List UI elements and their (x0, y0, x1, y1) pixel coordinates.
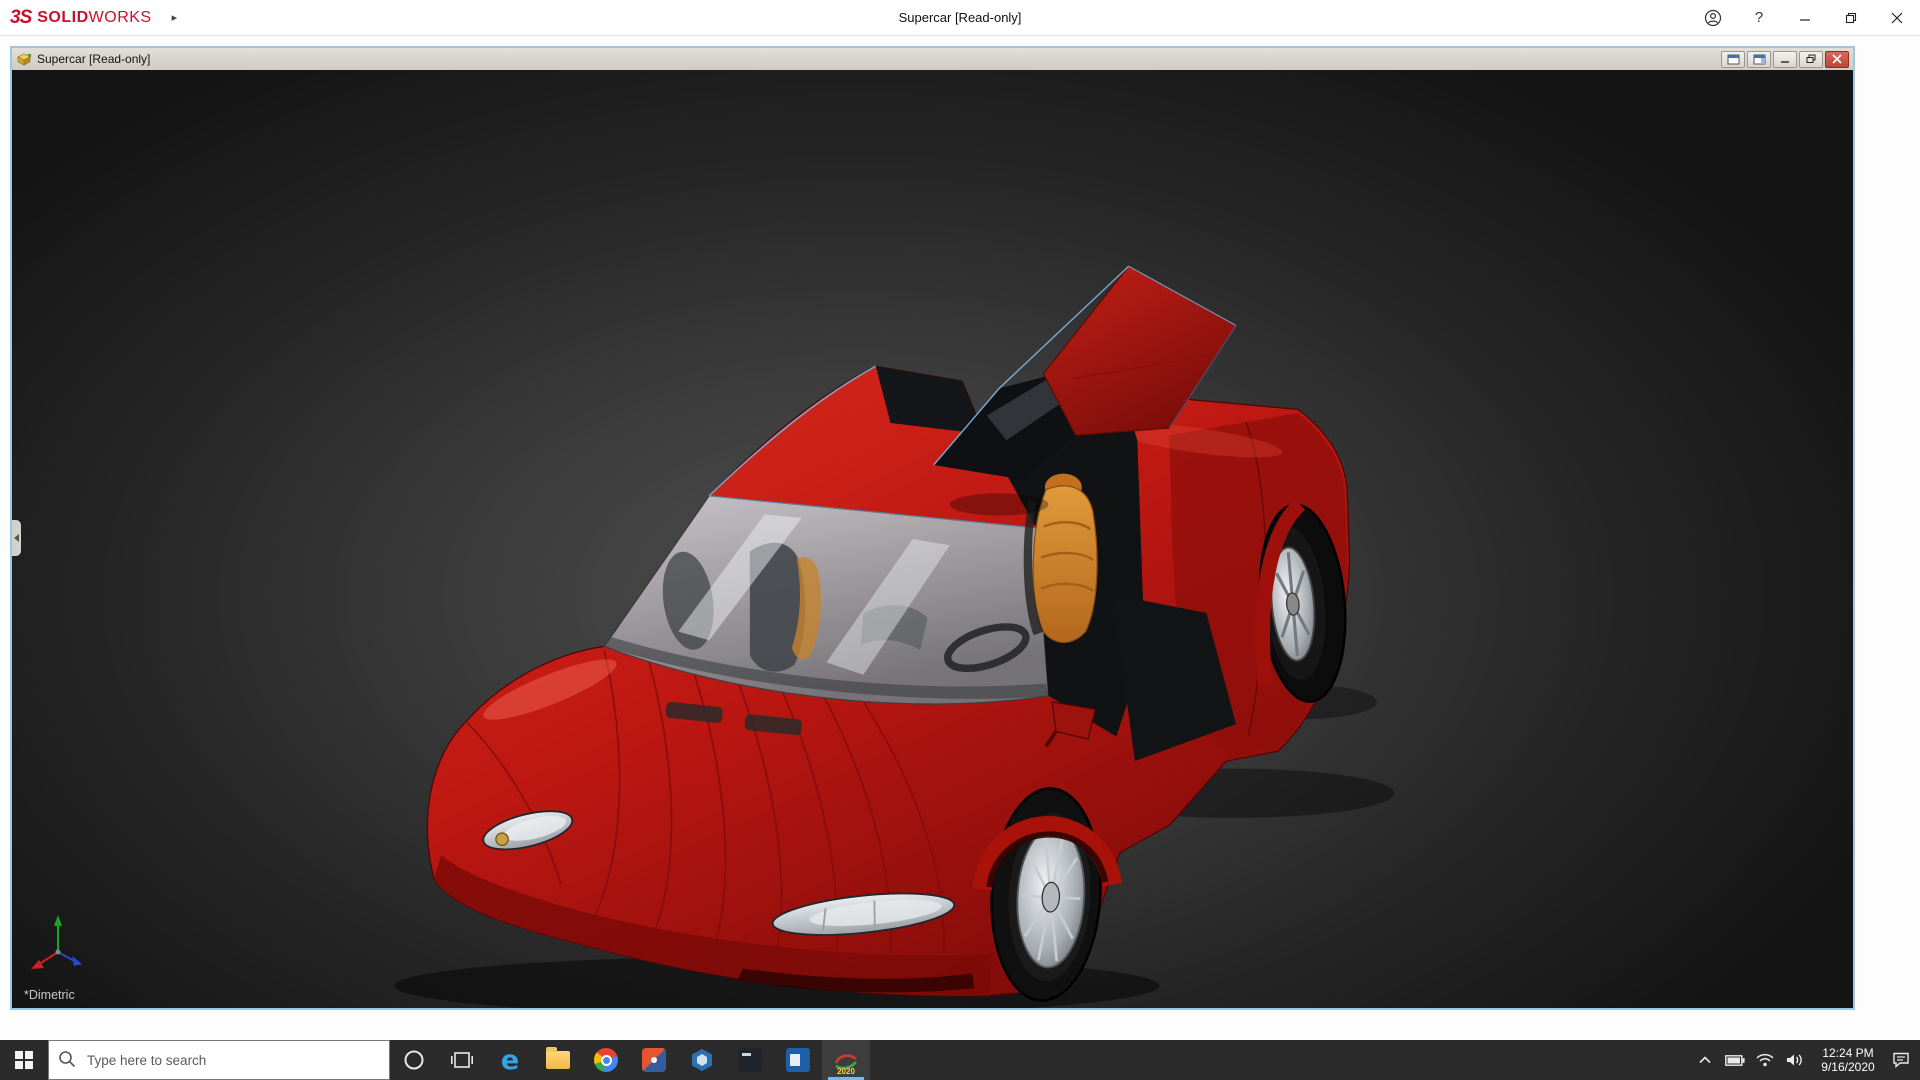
file-explorer-icon (546, 1051, 570, 1069)
chevron-up-icon (1699, 1056, 1711, 1064)
doc-pane-button-1[interactable] (1721, 51, 1745, 68)
cortana-icon (403, 1049, 425, 1071)
user-account-icon (1704, 9, 1722, 27)
doc-close-icon (1832, 54, 1842, 64)
account-button[interactable] (1690, 0, 1736, 36)
chrome-icon (594, 1048, 618, 1072)
restore-button[interactable] (1828, 0, 1874, 36)
split-pane-right-icon (1753, 54, 1766, 65)
cube-app-icon (690, 1048, 714, 1072)
battery-button[interactable] (1720, 1040, 1750, 1080)
clock-time: 12:24 PM (1814, 1046, 1882, 1060)
document-window: Supercar [Read-only] (10, 46, 1855, 1010)
system-tray: 12:24 PM 9/16/2020 (1690, 1040, 1920, 1080)
search-icon (58, 1050, 76, 1068)
battery-icon (1725, 1055, 1745, 1066)
split-pane-icon (1727, 54, 1740, 65)
doc-restore-icon (1806, 54, 1817, 64)
help-button[interactable]: ? (1736, 0, 1782, 36)
command-prompt-icon (738, 1048, 762, 1072)
minimize-icon (1799, 12, 1811, 24)
doc-restore-button[interactable] (1799, 51, 1823, 68)
wifi-icon (1756, 1053, 1774, 1067)
solidworks-version-badge: 2020 (822, 1068, 870, 1076)
clock-date: 9/16/2020 (1814, 1060, 1882, 1074)
view-orientation-label: *Dimetric (24, 988, 75, 1002)
action-center-button[interactable] (1886, 1040, 1916, 1080)
close-button[interactable] (1874, 0, 1920, 36)
task-view-icon (451, 1050, 473, 1070)
orientation-triad (26, 912, 88, 972)
tray-overflow-button[interactable] (1690, 1040, 1720, 1080)
dassault-3ds-logo-mark: 3S (10, 7, 31, 29)
clock[interactable]: 12:24 PM 9/16/2020 (1810, 1046, 1886, 1074)
windows-logo-icon (15, 1051, 33, 1069)
action-center-icon (1892, 1052, 1910, 1068)
solidworks-logo: 3S SOLIDWORKS ▸ (0, 7, 177, 29)
help-icon: ? (1755, 9, 1763, 26)
pinned-app-button-3[interactable] (726, 1040, 774, 1080)
volume-button[interactable] (1780, 1040, 1810, 1080)
speaker-icon (1786, 1053, 1804, 1067)
graphics-viewport[interactable]: *Dimetric (12, 70, 1853, 1008)
cortana-button[interactable] (390, 1040, 438, 1080)
edge-icon: e (501, 1047, 519, 1074)
window-controls: ? (1690, 0, 1920, 36)
windows-taskbar: e 2020 (0, 1040, 1920, 1080)
chrome-button[interactable] (582, 1040, 630, 1080)
task-view-button[interactable] (438, 1040, 486, 1080)
network-button[interactable] (1750, 1040, 1780, 1080)
window-title: Supercar [Read-only] (899, 10, 1022, 25)
taskbar-search (48, 1040, 390, 1080)
feature-panel-flyout-tab[interactable] (12, 520, 21, 556)
blue-app-icon (786, 1048, 810, 1072)
pinned-app-button-1[interactable] (630, 1040, 678, 1080)
edge-button[interactable]: e (486, 1040, 534, 1080)
doc-close-button[interactable] (1825, 51, 1849, 68)
solidworks-taskbar-button[interactable]: 2020 (822, 1040, 870, 1080)
search-input[interactable] (48, 1040, 390, 1080)
document-window-controls (1721, 51, 1849, 68)
app-titlebar: 3S SOLIDWORKS ▸ Supercar [Read-only] ? (0, 0, 1920, 36)
pinned-app-icon-1 (642, 1048, 666, 1072)
menu-flyout-arrow-icon[interactable]: ▸ (172, 11, 178, 24)
minimize-button[interactable] (1782, 0, 1828, 36)
doc-minimize-button[interactable] (1773, 51, 1797, 68)
part-document-icon (16, 51, 32, 67)
doc-minimize-icon (1780, 55, 1791, 64)
document-titlebar[interactable]: Supercar [Read-only] (12, 48, 1853, 70)
close-icon (1891, 12, 1903, 24)
pinned-app-button-2[interactable] (678, 1040, 726, 1080)
document-title: Supercar [Read-only] (37, 52, 150, 66)
start-button[interactable] (0, 1040, 48, 1080)
restore-icon (1845, 12, 1857, 24)
solidworks-client-area: Supercar [Read-only] (0, 36, 1920, 1040)
pinned-app-button-4[interactable] (774, 1040, 822, 1080)
file-explorer-button[interactable] (534, 1040, 582, 1080)
brand-text: SOLIDWORKS (37, 9, 151, 27)
car-3d-model[interactable] (12, 70, 1853, 1008)
doc-pane-button-2[interactable] (1747, 51, 1771, 68)
